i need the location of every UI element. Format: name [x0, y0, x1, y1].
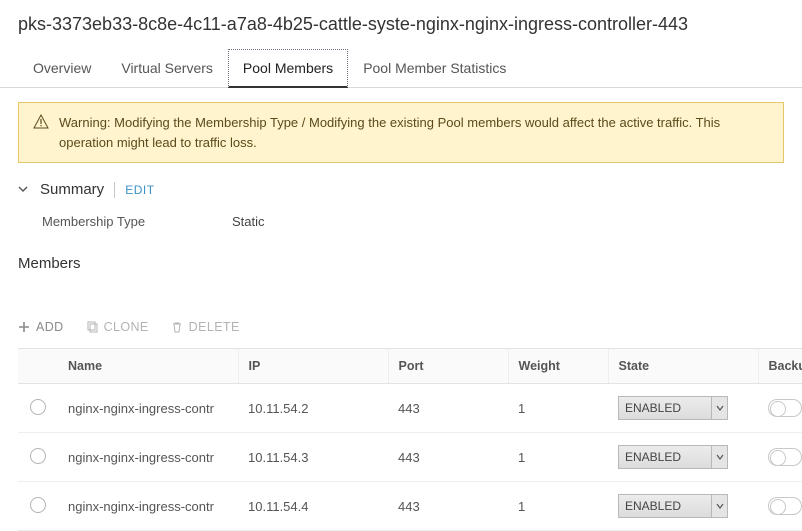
warning-alert: Warning: Modifying the Membership Type /…	[18, 102, 784, 163]
membership-type-value: Static	[232, 214, 265, 229]
summary-collapse-chevron[interactable]	[18, 183, 30, 197]
trash-icon	[171, 321, 183, 333]
chevron-down-icon	[711, 446, 727, 468]
cell-name: nginx-nginx-ingress-contr	[58, 482, 238, 531]
tabs: Overview Virtual Servers Pool Members Po…	[0, 49, 802, 88]
row-select-radio[interactable]	[30, 399, 46, 415]
chevron-down-icon	[711, 397, 727, 419]
cell-state: ENABLED	[608, 482, 758, 531]
table-row: nginx-nginx-ingress-contr 10.11.54.4 443…	[18, 482, 802, 531]
cell-ip: 10.11.54.4	[238, 482, 388, 531]
clone-button[interactable]: CLONE	[86, 320, 149, 334]
edit-summary-link[interactable]: EDIT	[125, 183, 154, 197]
state-select[interactable]: ENABLED	[618, 396, 728, 420]
backup-toggle[interactable]	[768, 399, 802, 417]
col-state[interactable]: State	[608, 349, 758, 384]
summary-title: Summary	[40, 181, 104, 198]
members-toolbar: ADD CLONE DELETE	[0, 276, 802, 348]
tab-pool-member-statistics[interactable]: Pool Member Statistics	[348, 49, 521, 88]
cell-name: nginx-nginx-ingress-contr	[58, 433, 238, 482]
page-title: pks-3373eb33-8c8e-4c11-a7a8-4b25-cattle-…	[0, 0, 802, 43]
table-header-row: Name IP Port Weight State Backup M	[18, 349, 802, 384]
row-select-radio[interactable]	[30, 448, 46, 464]
members-table: Name IP Port Weight State Backup M nginx…	[18, 348, 802, 531]
chevron-down-icon	[18, 184, 28, 194]
cell-port: 443	[388, 433, 508, 482]
col-port[interactable]: Port	[388, 349, 508, 384]
backup-toggle[interactable]	[768, 497, 802, 515]
summary-section: Summary EDIT Membership Type Static	[0, 163, 802, 239]
cell-backup	[758, 482, 802, 531]
plus-icon	[18, 321, 30, 333]
cell-name: nginx-nginx-ingress-contr	[58, 384, 238, 433]
row-select-radio[interactable]	[30, 497, 46, 513]
cell-weight: 1	[508, 384, 608, 433]
cell-backup	[758, 384, 802, 433]
clone-icon	[86, 321, 98, 333]
col-ip[interactable]: IP	[238, 349, 388, 384]
cell-backup	[758, 433, 802, 482]
col-weight[interactable]: Weight	[508, 349, 608, 384]
cell-weight: 1	[508, 482, 608, 531]
col-select	[18, 349, 58, 384]
cell-port: 443	[388, 384, 508, 433]
backup-toggle[interactable]	[768, 448, 802, 466]
cell-state: ENABLED	[608, 433, 758, 482]
col-backup[interactable]: Backup M	[758, 349, 802, 384]
add-label: ADD	[36, 320, 64, 334]
cell-weight: 1	[508, 433, 608, 482]
state-select[interactable]: ENABLED	[618, 494, 728, 518]
col-name[interactable]: Name	[58, 349, 238, 384]
tab-virtual-servers[interactable]: Virtual Servers	[106, 49, 228, 88]
delete-button[interactable]: DELETE	[171, 320, 240, 334]
cell-port: 443	[388, 482, 508, 531]
warning-text: Warning: Modifying the Membership Type /…	[59, 113, 769, 152]
state-select[interactable]: ENABLED	[618, 445, 728, 469]
clone-label: CLONE	[104, 320, 149, 334]
tab-overview[interactable]: Overview	[18, 49, 106, 88]
members-title: Members	[0, 239, 802, 276]
table-row: nginx-nginx-ingress-contr 10.11.54.2 443…	[18, 384, 802, 433]
warning-icon	[33, 114, 49, 130]
membership-type-label: Membership Type	[42, 214, 192, 229]
cell-ip: 10.11.54.2	[238, 384, 388, 433]
add-button[interactable]: ADD	[18, 320, 64, 334]
cell-state: ENABLED	[608, 384, 758, 433]
table-row: nginx-nginx-ingress-contr 10.11.54.3 443…	[18, 433, 802, 482]
delete-label: DELETE	[189, 320, 240, 334]
cell-ip: 10.11.54.3	[238, 433, 388, 482]
tab-pool-members[interactable]: Pool Members	[228, 49, 348, 88]
chevron-down-icon	[711, 495, 727, 517]
divider	[114, 182, 115, 198]
